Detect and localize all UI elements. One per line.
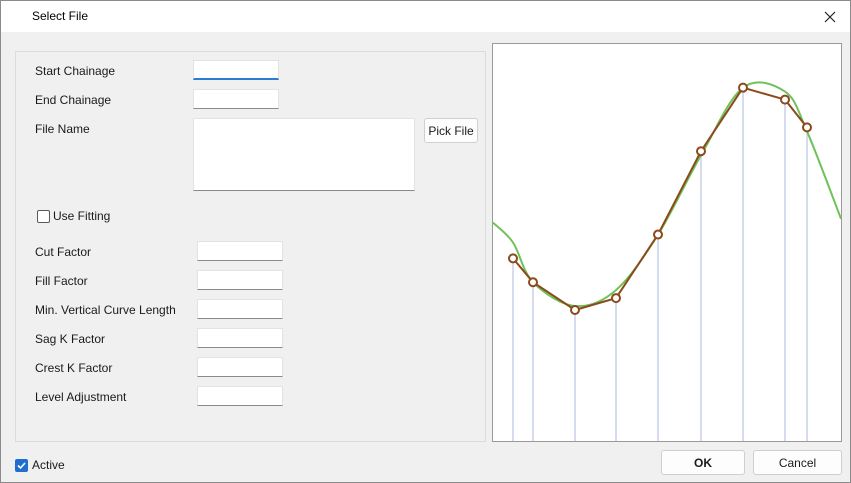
select-file-dialog: Select File Start Chainage End Chainage … [0,0,851,483]
min-vertical-curve-length-field[interactable] [197,299,283,319]
checkmark-icon [17,462,26,470]
fill-factor-label: Fill Factor [35,274,88,288]
sag-k-factor-field[interactable] [197,328,283,348]
profile-point [780,94,790,105]
profile-point [738,82,748,93]
crest-k-factor-label: Crest K Factor [35,361,113,375]
profile-chart-svg [493,81,841,441]
active-checkbox[interactable] [15,459,28,472]
profile-point [528,277,538,288]
title-bar: Select File [1,1,850,32]
fitted-curve [493,81,841,308]
profile-line [512,86,808,312]
close-button[interactable] [810,1,850,32]
ok-button[interactable]: OK [661,450,745,475]
profile-point [570,304,580,315]
profile-point [611,293,621,304]
sag-k-factor-label: Sag K Factor [35,332,106,346]
file-name-field[interactable] [193,118,415,191]
min-vertical-curve-length-label: Min. Vertical Curve Length [35,303,176,317]
profile-point [653,229,663,240]
close-icon [824,11,836,22]
level-adjustment-label: Level Adjustment [35,390,127,404]
crest-k-factor-field[interactable] [197,357,283,377]
profile-point [508,253,518,264]
profile-point [802,122,812,133]
pick-file-button[interactable]: Pick File [424,118,478,143]
fill-factor-field[interactable] [197,270,283,290]
start-chainage-field[interactable] [193,60,279,80]
profile-point [696,146,706,157]
end-chainage-field[interactable] [193,89,279,109]
end-chainage-label: End Chainage [35,93,112,107]
file-name-label: File Name [35,122,90,136]
cut-factor-label: Cut Factor [35,245,92,259]
dialog-title: Select File [32,9,89,23]
level-adjustment-field[interactable] [197,386,283,406]
cancel-button[interactable]: Cancel [753,450,842,475]
use-fitting-label: Use Fitting [53,209,111,223]
active-label: Active [32,458,65,472]
cut-factor-field[interactable] [197,241,283,261]
use-fitting-checkbox[interactable] [37,210,50,223]
start-chainage-label: Start Chainage [35,64,116,78]
profile-chart [492,43,842,442]
